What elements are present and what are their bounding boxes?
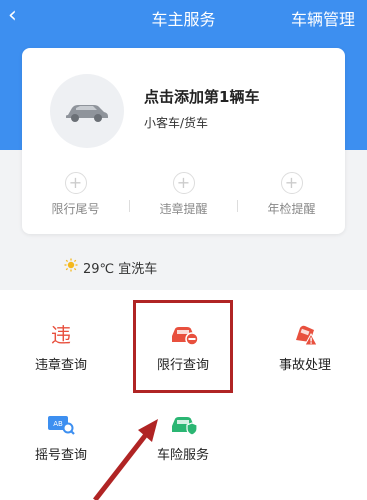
- accident-icon: [244, 314, 366, 346]
- car-insurance-icon: [122, 404, 244, 436]
- plus-icon: +: [64, 172, 87, 194]
- service-violation-query[interactable]: 违 违章查询: [0, 314, 122, 373]
- service-accident-handling[interactable]: 事故处理: [244, 314, 366, 373]
- reminder-inspection[interactable]: + 年检提醒: [238, 172, 345, 217]
- service-label: 违章查询: [34, 358, 87, 373]
- weather-text: 29℃ 宜洗车: [83, 262, 158, 277]
- annotation-highlight-box: [133, 300, 233, 393]
- reminder-label: 年检提醒: [267, 202, 316, 216]
- violation-icon: 违: [0, 314, 122, 346]
- reminder-label: 限行尾号: [51, 202, 100, 216]
- reminder-label: 违章提醒: [159, 202, 208, 216]
- service-lottery-query[interactable]: AB 摇号查询: [0, 404, 122, 463]
- add-vehicle-card[interactable]: 点击添加第1辆车 小客车/货车 + 限行尾号 + 违章提醒 + 年检提醒: [22, 48, 345, 234]
- sun-icon: [64, 258, 78, 272]
- reminder-violation[interactable]: + 违章提醒: [130, 172, 237, 217]
- plus-icon: +: [172, 172, 195, 194]
- top-bar: ‹ 车主服务 车辆管理: [0, 0, 367, 34]
- service-label: 事故处理: [278, 358, 331, 373]
- lottery-search-icon: AB: [0, 404, 122, 436]
- reminders-row: + 限行尾号 + 违章提醒 + 年检提醒: [22, 172, 345, 222]
- vehicle-management-link[interactable]: 车辆管理: [291, 6, 355, 30]
- service-label: 车险服务: [156, 448, 209, 463]
- reminder-plate-restriction[interactable]: + 限行尾号: [22, 172, 129, 217]
- service-car-insurance[interactable]: 车险服务: [122, 404, 244, 463]
- svg-text:违: 违: [51, 323, 71, 346]
- plus-icon: +: [280, 172, 303, 194]
- svg-text:AB: AB: [53, 420, 63, 428]
- weather-strip[interactable]: 29℃ 宜洗车: [0, 250, 367, 288]
- vehicle-types: 小客车/货车: [144, 116, 209, 130]
- add-vehicle-title[interactable]: 点击添加第1辆车: [144, 86, 259, 107]
- service-label: 摇号查询: [34, 448, 87, 463]
- car-icon[interactable]: [50, 74, 124, 148]
